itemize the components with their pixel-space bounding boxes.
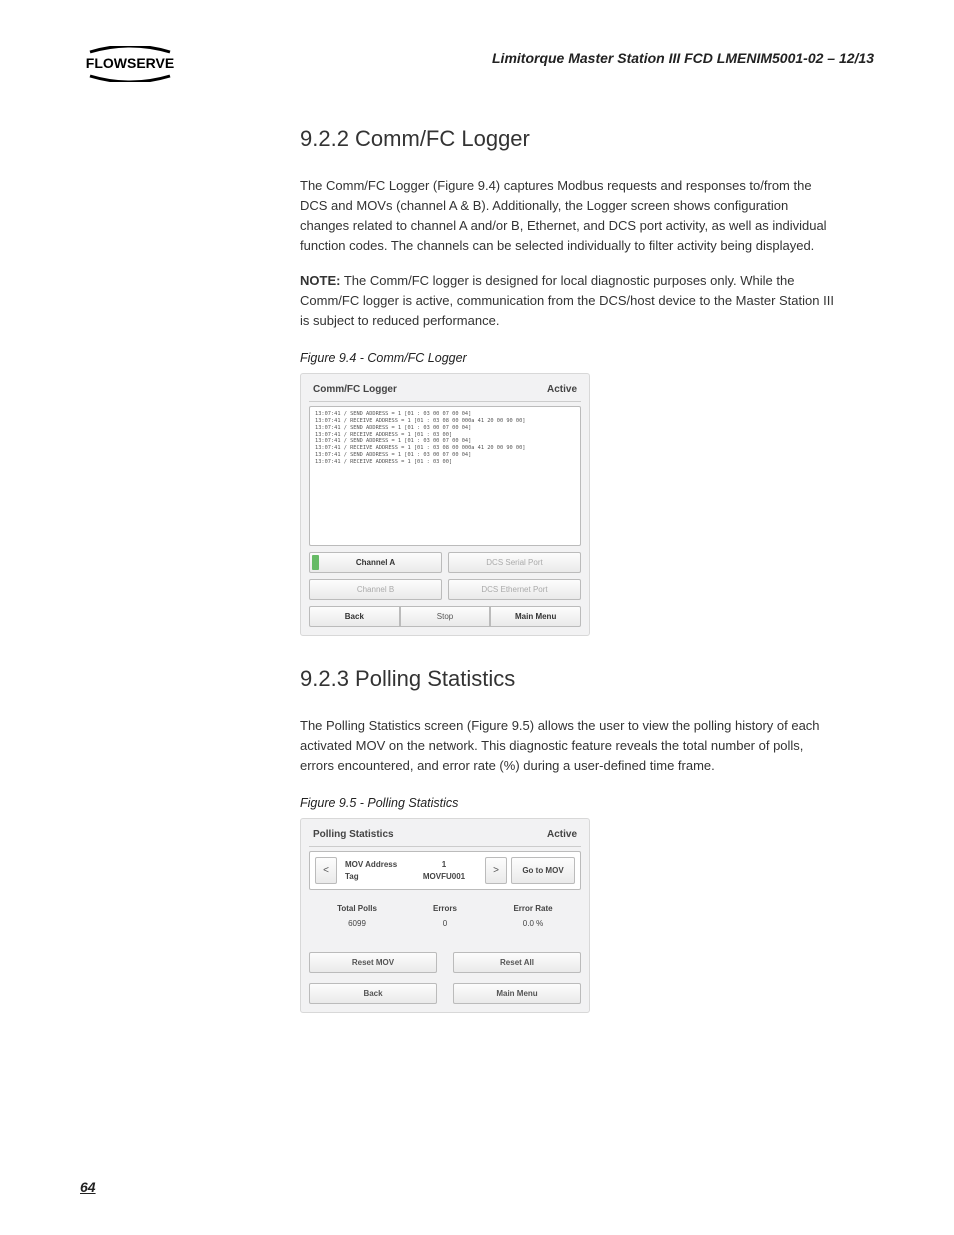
svg-text:FLOWSERVE: FLOWSERVE xyxy=(86,55,174,71)
para-922-note: NOTE: The Comm/FC logger is designed for… xyxy=(300,271,834,331)
polling-stats-panel: Polling Statistics Active < MOV Address … xyxy=(300,818,590,1013)
next-mov-button[interactable]: > xyxy=(485,857,507,884)
commfc-logger-panel: Comm/FC Logger Active 13:07:41 / SEND AD… xyxy=(300,373,590,636)
para-922-1: The Comm/FC Logger (Figure 9.4) captures… xyxy=(300,176,834,257)
errors-value: 0 xyxy=(401,919,489,928)
dcs-ethernet-button[interactable]: DCS Ethernet Port xyxy=(448,579,581,600)
flowserve-logo: FLOWSERVE xyxy=(80,46,180,87)
tag-value: MOVFU001 xyxy=(411,872,477,881)
panel-status: Active xyxy=(547,829,577,840)
channel-a-button[interactable]: Channel A xyxy=(309,552,442,573)
errors-label: Errors xyxy=(401,904,489,913)
stats-header-row: Total Polls Errors Error Rate xyxy=(309,890,581,915)
para-923-1: The Polling Statistics screen (Figure 9.… xyxy=(300,716,834,776)
error-rate-value: 0.0 % xyxy=(489,919,577,928)
panel-title: Polling Statistics xyxy=(313,829,394,840)
page-header: Limitorque Master Station III FCD LMENIM… xyxy=(80,50,894,66)
note-body: The Comm/FC logger is designed for local… xyxy=(300,273,834,328)
panel-status: Active xyxy=(547,384,577,395)
reset-all-button[interactable]: Reset All xyxy=(453,952,581,973)
note-label: NOTE: xyxy=(300,273,340,288)
dcs-serial-button[interactable]: DCS Serial Port xyxy=(448,552,581,573)
log-output: 13:07:41 / SEND ADDRESS = 1 [01 : 03 00 … xyxy=(309,406,581,546)
panel-title: Comm/FC Logger xyxy=(313,384,397,395)
section-heading-923: 9.2.3 Polling Statistics xyxy=(300,666,834,692)
error-rate-label: Error Rate xyxy=(489,904,577,913)
mov-address-value: 1 xyxy=(411,860,477,869)
main-menu-button[interactable]: Main Menu xyxy=(490,606,581,627)
channel-b-button[interactable]: Channel B xyxy=(309,579,442,600)
reset-mov-button[interactable]: Reset MOV xyxy=(309,952,437,973)
total-polls-value: 6099 xyxy=(313,919,401,928)
figure-94-caption: Figure 9.4 - Comm/FC Logger xyxy=(300,351,834,365)
tag-label: Tag xyxy=(345,872,411,881)
prev-mov-button[interactable]: < xyxy=(315,857,337,884)
mov-address-label: MOV Address xyxy=(345,860,411,869)
stats-value-row: 6099 0 0.0 % xyxy=(309,915,581,946)
back-button[interactable]: Back xyxy=(309,983,437,1004)
mov-info: MOV Address 1 Tag MOVFU001 xyxy=(341,857,481,884)
page-number: 64 xyxy=(80,1179,96,1195)
stop-button[interactable]: Stop xyxy=(400,606,491,627)
total-polls-label: Total Polls xyxy=(313,904,401,913)
section-heading-922: 9.2.2 Comm/FC Logger xyxy=(300,126,834,152)
figure-95-caption: Figure 9.5 - Polling Statistics xyxy=(300,796,834,810)
go-to-mov-button[interactable]: Go to MOV xyxy=(511,857,575,884)
main-menu-button[interactable]: Main Menu xyxy=(453,983,581,1004)
back-button[interactable]: Back xyxy=(309,606,400,627)
